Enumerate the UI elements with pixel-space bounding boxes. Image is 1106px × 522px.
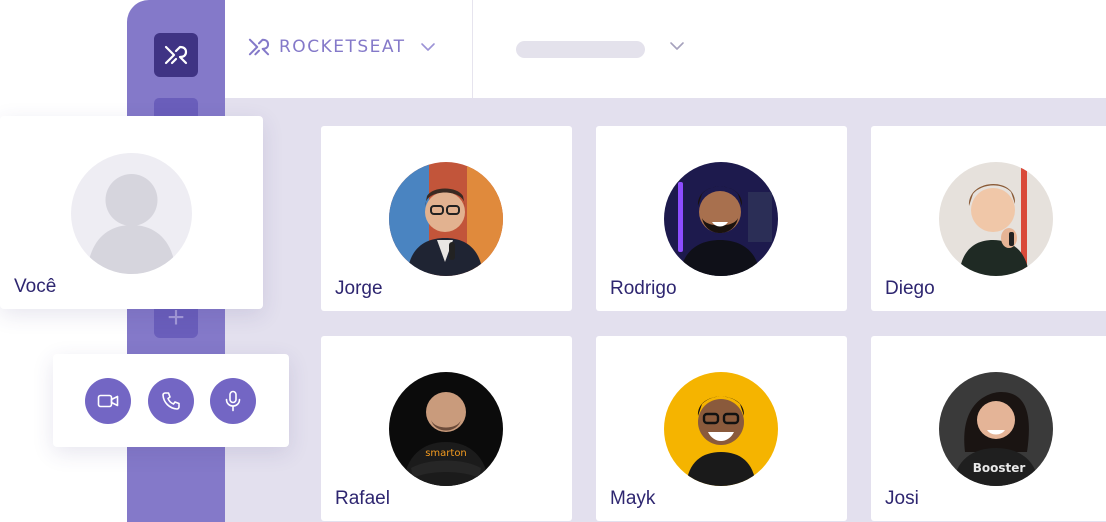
chevron-down-icon xyxy=(420,43,435,51)
avatar xyxy=(664,372,778,486)
participant-name: Mayk xyxy=(610,488,656,509)
participant-name: Josi xyxy=(885,488,919,509)
rocketseat-logo-icon xyxy=(248,38,270,56)
channel-select[interactable] xyxy=(516,41,645,58)
participant-card[interactable]: smarton Rafael xyxy=(321,336,572,521)
avatar xyxy=(389,162,503,276)
avatar xyxy=(664,162,778,276)
video-toggle-button[interactable] xyxy=(85,378,131,424)
participant-card[interactable]: Rodrigo xyxy=(596,126,847,311)
participant-name: Diego xyxy=(885,278,935,299)
participant-card[interactable]: Diego xyxy=(871,126,1106,311)
video-camera-icon xyxy=(97,394,119,408)
self-name: Você xyxy=(14,276,57,297)
svg-text:smarton: smarton xyxy=(425,448,467,459)
participant-name: Rafael xyxy=(335,488,390,509)
participant-name: Rodrigo xyxy=(610,278,677,299)
avatar: Booster xyxy=(939,372,1053,486)
top-header: ROCKETSEAT xyxy=(225,0,1106,98)
microphone-icon xyxy=(225,390,241,412)
workspace-switcher[interactable]: ROCKETSEAT xyxy=(247,37,436,57)
avatar: smarton xyxy=(389,372,503,486)
avatar xyxy=(939,162,1053,276)
participant-card[interactable]: Booster Josi xyxy=(871,336,1106,521)
participant-card[interactable]: Mayk xyxy=(596,336,847,521)
app-stage: + ROCKETSEAT Jorge Rodrigo Diego smarton… xyxy=(0,0,1106,522)
svg-text:Booster: Booster xyxy=(973,461,1026,475)
phone-icon xyxy=(162,392,180,410)
sidebar-logo-button[interactable] xyxy=(154,33,198,77)
chevron-down-icon[interactable] xyxy=(669,41,685,51)
brand-name: ROCKETSEAT xyxy=(279,37,406,57)
self-video-card[interactable]: Você xyxy=(0,116,263,309)
participant-name: Jorge xyxy=(335,278,383,299)
call-controls xyxy=(53,354,289,447)
header-divider xyxy=(472,0,473,98)
rocketseat-logo-icon xyxy=(164,45,188,65)
microphone-toggle-button[interactable] xyxy=(210,378,256,424)
user-placeholder-icon xyxy=(71,153,192,274)
call-button[interactable] xyxy=(148,378,194,424)
participant-card[interactable]: Jorge xyxy=(321,126,572,311)
